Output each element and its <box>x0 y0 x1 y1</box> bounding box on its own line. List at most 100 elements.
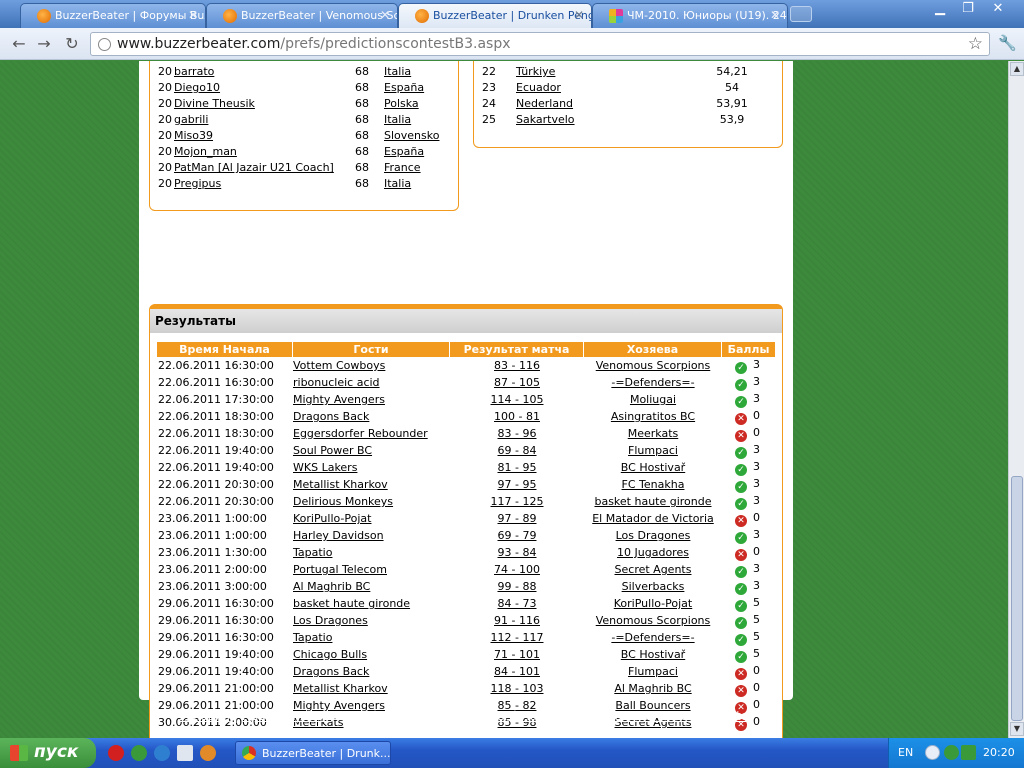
user-link[interactable]: gabrili <box>174 113 208 126</box>
user-link[interactable]: Alessandro <box>174 61 235 62</box>
match-result-link[interactable]: 84 - 101 <box>494 665 540 678</box>
home-team-link[interactable]: Moliugai <box>630 393 676 406</box>
country-link[interactable]: Italia <box>384 177 411 190</box>
home-team-link[interactable]: BC Hostivař <box>621 461 685 474</box>
match-result-link[interactable]: 87 - 105 <box>494 376 540 389</box>
country-link[interactable]: France <box>516 61 553 62</box>
opera-icon[interactable] <box>108 745 124 761</box>
home-team-link[interactable]: Flumpaci <box>628 665 678 678</box>
match-result-link[interactable]: 112 - 117 <box>491 631 544 644</box>
guest-team-link[interactable]: Tapatio <box>293 631 332 644</box>
match-result-link[interactable]: 69 - 79 <box>498 529 537 542</box>
home-team-link[interactable]: Los Dragones <box>616 529 691 542</box>
footer-link[interactable]: Партнеры <box>521 709 584 723</box>
match-result-link[interactable]: 81 - 95 <box>498 461 537 474</box>
match-result-link[interactable]: 91 - 116 <box>494 614 540 627</box>
footer-link[interactable]: Правила Поведения <box>242 709 369 723</box>
browser-tab[interactable]: BuzzerBeater | Форумы Buzze ✕ <box>20 3 206 28</box>
match-result-link[interactable]: 69 - 84 <box>498 444 537 457</box>
guest-team-link[interactable]: Dragons Back <box>293 410 369 423</box>
country-link[interactable]: Sakartvelo <box>516 113 575 126</box>
guest-team-link[interactable]: Harley Davidson <box>293 529 384 542</box>
vertical-scrollbar[interactable]: ▲ ▼ <box>1008 61 1024 738</box>
home-team-link[interactable]: Silverbacks <box>622 580 685 593</box>
country-link[interactable]: Italia <box>384 113 411 126</box>
back-icon[interactable]: ← <box>8 34 30 54</box>
user-link[interactable]: Diego10 <box>174 81 220 94</box>
close-icon[interactable]: ✕ <box>188 8 198 22</box>
network-icon[interactable] <box>177 745 193 761</box>
guest-team-link[interactable]: ribonucleic acid <box>293 376 380 389</box>
scroll-down-arrow-icon[interactable]: ▼ <box>1010 722 1024 736</box>
close-window-button[interactable]: ✕ <box>984 0 1012 20</box>
home-team-link[interactable]: Meerkats <box>628 427 679 440</box>
country-link[interactable]: Türkiye <box>516 65 555 78</box>
match-result-link[interactable]: 83 - 116 <box>494 359 540 372</box>
country-link[interactable]: España <box>384 145 424 158</box>
minimize-button[interactable]: ▁ <box>926 0 954 20</box>
home-team-link[interactable]: 10 Jugadores <box>617 546 689 559</box>
match-result-link[interactable]: 83 - 96 <box>498 427 537 440</box>
tray-app-icon[interactable] <box>961 745 976 760</box>
guest-team-link[interactable]: KoriPullo-Pojat <box>293 512 371 525</box>
home-team-link[interactable]: Asingratitos BC <box>611 410 695 423</box>
guest-team-link[interactable]: Metallist Kharkov <box>293 478 388 491</box>
guest-team-link[interactable]: Eggersdorfer Rebounder <box>293 427 428 440</box>
scrollbar-thumb[interactable] <box>1011 476 1023 721</box>
match-result-link[interactable]: 117 - 125 <box>491 495 544 508</box>
home-team-link[interactable]: FC Tenakha <box>622 478 685 491</box>
browser-tab[interactable]: ЧМ-2010. Юниоры (U19). 24 ✕ <box>592 3 788 28</box>
guest-team-link[interactable]: Dragons Back <box>293 665 369 678</box>
utorrent-icon[interactable] <box>131 745 147 761</box>
home-team-link[interactable]: Secret Agents <box>615 563 692 576</box>
tray-arrow-icon[interactable] <box>925 745 940 760</box>
quicklaunch-icon[interactable] <box>154 745 170 761</box>
user-link[interactable]: Miso39 <box>174 129 213 142</box>
reload-icon[interactable]: ↻ <box>61 34 83 54</box>
home-team-link[interactable]: -=Defenders=- <box>611 376 694 389</box>
footer-link[interactable]: Условия <box>179 709 230 723</box>
new-tab-button[interactable] <box>790 6 812 22</box>
match-result-link[interactable]: 100 - 81 <box>494 410 540 423</box>
user-link[interactable]: Mojon_man <box>174 145 237 158</box>
country-link[interactable]: Polska <box>384 97 419 110</box>
close-icon[interactable]: ✕ <box>574 8 584 22</box>
guest-team-link[interactable]: Los Dragones <box>293 614 368 627</box>
home-team-link[interactable]: El Matador de Victoria <box>592 512 714 525</box>
app-icon[interactable] <box>200 745 216 761</box>
home-team-link[interactable]: Flumpaci <box>628 444 678 457</box>
country-link[interactable]: Italia <box>384 65 411 78</box>
match-result-link[interactable]: 84 - 73 <box>498 597 537 610</box>
guest-team-link[interactable]: basket haute gironde <box>293 597 410 610</box>
country-link[interactable]: España <box>384 81 424 94</box>
user-link[interactable]: Pregipus <box>174 177 221 190</box>
match-result-link[interactable]: 118 - 103 <box>491 682 544 695</box>
browser-tab[interactable]: BuzzerBeater | Venomous Sco ✕ <box>206 3 398 28</box>
utorrent-tray-icon[interactable] <box>944 745 959 760</box>
guest-team-link[interactable]: Soul Power BC <box>293 444 372 457</box>
guest-team-link[interactable]: Vottem Cowboys <box>293 359 385 372</box>
home-team-link[interactable]: Al Maghrib BC <box>614 682 691 695</box>
taskbar-window-button[interactable]: BuzzerBeater | Drunk... <box>235 741 391 765</box>
guest-team-link[interactable]: Al Maghrib BC <box>293 580 370 593</box>
home-team-link[interactable]: KoriPullo-Pojat <box>614 597 692 610</box>
guest-team-link[interactable]: Tapatio <box>293 546 332 559</box>
home-team-link[interactable]: -=Defenders=- <box>611 631 694 644</box>
guest-team-link[interactable]: Metallist Kharkov <box>293 682 388 695</box>
guest-team-link[interactable]: Mighty Avengers <box>293 393 385 406</box>
address-bar[interactable]: www.buzzerbeater.com/prefs/predictionsco… <box>90 32 990 56</box>
guest-team-link[interactable]: Portugal Telecom <box>293 563 387 576</box>
user-link[interactable]: barrato <box>174 65 214 78</box>
home-team-link[interactable]: BC Hostivař <box>621 648 685 661</box>
browser-tab-active[interactable]: BuzzerBeater | Drunken Peng ✕ <box>398 3 592 28</box>
user-link[interactable]: Divine Theusik <box>174 97 255 110</box>
maximize-button[interactable]: ❐ <box>954 0 982 20</box>
country-link[interactable]: Ecuador <box>516 81 561 94</box>
guest-team-link[interactable]: WKS Lakers <box>293 461 357 474</box>
match-result-link[interactable]: 93 - 84 <box>498 546 537 559</box>
match-result-link[interactable]: 114 - 105 <box>491 393 544 406</box>
guest-team-link[interactable]: Delirious Monkeys <box>293 495 393 508</box>
country-link[interactable]: Nederland <box>516 97 573 110</box>
match-result-link[interactable]: 71 - 101 <box>494 648 540 661</box>
match-result-link[interactable]: 74 - 100 <box>494 563 540 576</box>
